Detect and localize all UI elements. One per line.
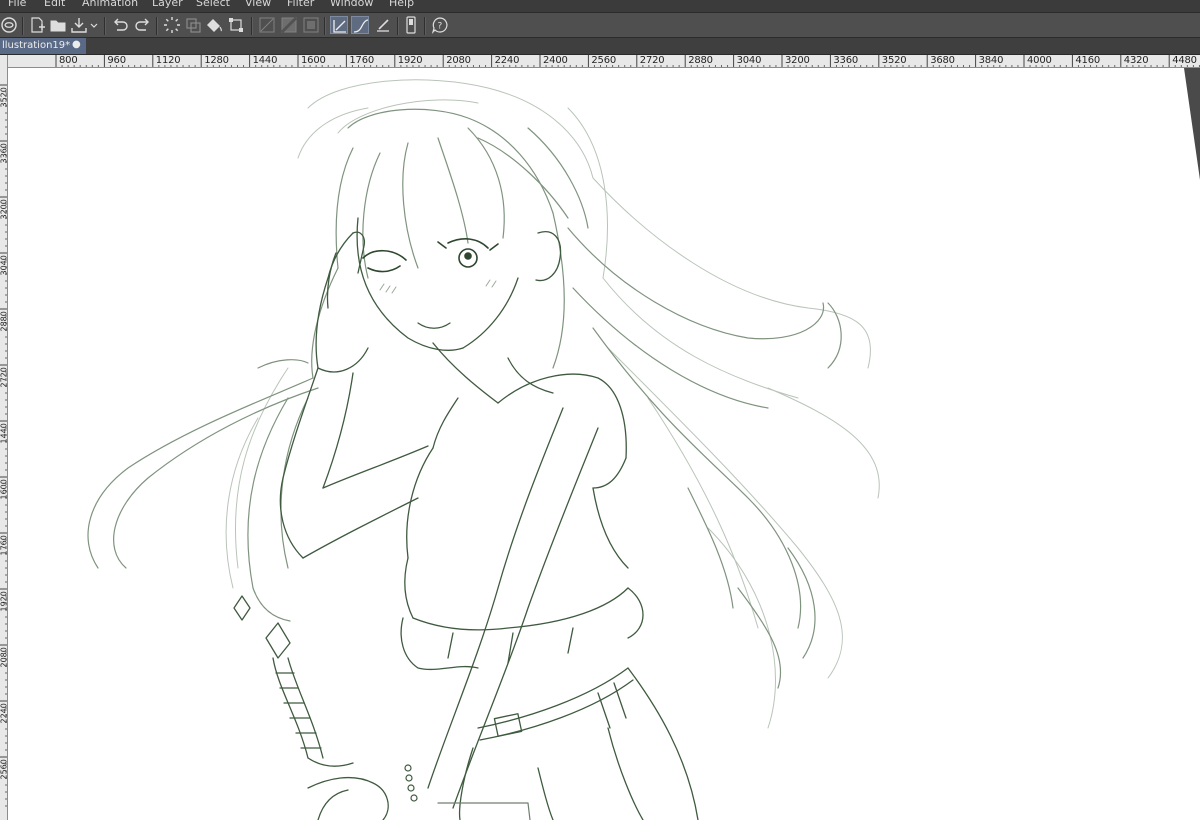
ruler-h-label: 3040 (736, 55, 762, 66)
stroke-curve-icon[interactable] (351, 16, 369, 34)
tablet-device-icon[interactable] (402, 16, 420, 34)
app-logo-icon[interactable] (0, 16, 18, 34)
pen-pressure-icon[interactable] (374, 16, 392, 34)
ruler-h-label: 960 (107, 55, 126, 66)
stabilization-pen-icon[interactable] (330, 16, 348, 34)
toolbar-separator (156, 17, 158, 35)
ruler-v-label: 3360 (0, 143, 8, 164)
help-icon[interactable]: ? (431, 16, 449, 34)
toolbar: ? (0, 12, 1200, 38)
ruler-v-label: 3040 (0, 255, 8, 276)
ruler-h-label: 4000 (1027, 55, 1052, 66)
ruler-h-label: 2080 (446, 55, 471, 66)
ruler-h-label: 3360 (833, 55, 859, 66)
ruler-v-label: 2560 (0, 759, 8, 780)
svg-text:?: ? (438, 22, 443, 32)
ruler-v-label: 3200 (0, 199, 8, 220)
ruler-v-label: 1440 (0, 423, 8, 444)
menu-layer[interactable]: Layer (152, 0, 183, 9)
snap-special-ruler-icon[interactable] (302, 16, 320, 34)
ruler-h-label: 3520 (881, 55, 907, 66)
toolbar-separator (324, 17, 326, 35)
document-tab[interactable]: llustration19* ● (0, 38, 86, 54)
ruler-v-label: 2240 (0, 703, 8, 724)
drawing-canvas[interactable] (8, 68, 1200, 820)
ruler-h-label: 3680 (930, 55, 955, 66)
ruler-h-label: 1600 (301, 55, 326, 66)
menu-window[interactable]: Window (330, 0, 373, 9)
ruler-h-label: 1920 (397, 55, 423, 66)
save-icon[interactable] (70, 16, 88, 34)
ruler-h-label: 2720 (639, 55, 665, 66)
redo-icon[interactable] (134, 16, 152, 34)
ruler-v-label: 1760 (0, 535, 8, 556)
ruler-h-label: 3200 (785, 55, 810, 66)
menu-animation[interactable]: Animation (82, 0, 138, 9)
toolbar-separator (397, 17, 399, 35)
ruler-v-label: 2720 (0, 367, 8, 388)
menu-edit[interactable]: Edit (44, 0, 65, 9)
transform-icon[interactable] (227, 16, 245, 34)
menu-help[interactable]: Help (389, 0, 414, 9)
ruler-h-label: 4160 (1075, 55, 1101, 66)
vertical-ruler: 3520 3360 3200 3040 2880 2720 1440 1600 1760 1920… (0, 55, 8, 820)
ruler-h-label: 1760 (349, 55, 375, 66)
open-folder-icon[interactable] (49, 16, 67, 34)
menu-view[interactable]: View (245, 0, 271, 9)
ruler-v-label: 2880 (0, 311, 8, 332)
copy-selection-icon[interactable] (184, 16, 202, 34)
ruler-v-label: 1600 (0, 479, 8, 500)
document-tab-title: llustration19* (2, 40, 71, 51)
ruler-h-label: 2560 (591, 55, 617, 66)
ruler-v-label: 1920 (0, 591, 8, 612)
fill-bucket-icon[interactable] (205, 16, 223, 34)
new-file-icon[interactable] (28, 16, 46, 34)
ruler-h-label: 4480 (1172, 55, 1197, 66)
ruler-h-label: 4320 (1123, 55, 1149, 66)
save-dropdown-chevron-icon[interactable] (89, 16, 99, 34)
ruler-h-label: 2400 (543, 55, 568, 66)
ruler-h-label: 1440 (252, 55, 278, 66)
snap-grid-icon[interactable] (280, 16, 298, 34)
ruler-h-label: 2880 (688, 55, 713, 66)
menu-filter[interactable]: Filter (287, 0, 314, 9)
canvas-workspace[interactable] (8, 68, 1200, 820)
ruler-v-label: 3520 (0, 87, 8, 108)
toolbar-separator (22, 17, 24, 35)
toolbar-separator (251, 17, 253, 35)
modified-indicator-icon[interactable]: ● (72, 39, 81, 50)
loading-spinner-icon[interactable] (163, 16, 181, 34)
ruler-h-label: 800 (59, 55, 78, 66)
ruler-h-label: 2240 (494, 55, 520, 66)
ruler-h-label: 1120 (155, 55, 181, 66)
document-tab-bar: llustration19* ● (0, 38, 1200, 55)
snap-ruler-icon[interactable] (258, 16, 276, 34)
menu-file[interactable]: File (8, 0, 26, 9)
ruler-h-label: 3840 (978, 55, 1004, 66)
canvas-paper (8, 68, 1200, 820)
menu-bar: File Edit Animation Layer Select View Fi… (0, 0, 1200, 12)
undo-icon[interactable] (111, 16, 129, 34)
menu-select[interactable]: Select (196, 0, 230, 9)
ruler-h-label: 1280 (204, 55, 229, 66)
ruler-v-label: 2080 (0, 647, 8, 668)
horizontal-ruler: 800 960 1120 1280 1440 1600 1760 1920 2080 2240 24… (8, 55, 1200, 68)
toolbar-separator (104, 17, 106, 35)
toolbar-separator (424, 17, 426, 35)
